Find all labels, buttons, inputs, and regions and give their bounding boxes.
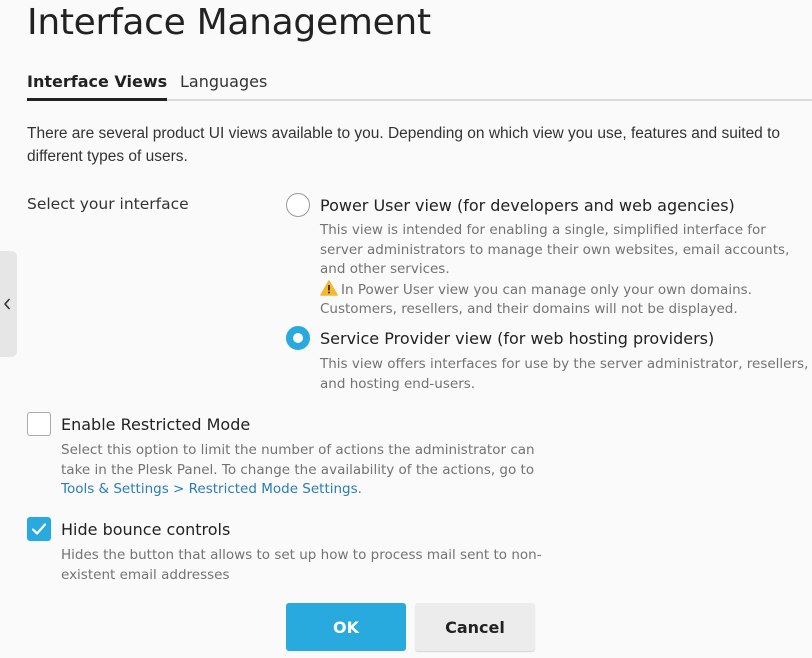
- radio-service-provider-button[interactable]: [286, 326, 310, 350]
- chevron-left-icon: [3, 298, 10, 310]
- restricted-mode-description: Select this option to limit the number o…: [61, 441, 551, 500]
- radio-service-provider-label: Service Provider view (for web hosting p…: [320, 328, 715, 348]
- hide-bounce-checkbox[interactable]: [27, 517, 51, 541]
- radio-power-user-label: Power User view (for developers and web …: [320, 195, 735, 215]
- radio-service-provider[interactable]: Service Provider view (for web hosting p…: [286, 326, 714, 350]
- service-provider-description: This view offers interfaces for use by t…: [320, 356, 809, 392]
- restricted-mode-description-text: Select this option to limit the number o…: [61, 442, 535, 478]
- tab-bar: Interface Views Languages: [27, 72, 812, 101]
- warning-icon: [320, 279, 338, 296]
- hide-bounce-description: Hides the button that allows to set up h…: [61, 547, 542, 583]
- power-user-description-text: This view is intended for enabling a sin…: [320, 222, 790, 277]
- cancel-button[interactable]: Cancel: [415, 603, 535, 651]
- restricted-mode-checkbox-row[interactable]: Enable Restricted Mode: [27, 412, 250, 436]
- ok-button[interactable]: OK: [286, 603, 406, 651]
- restricted-mode-checkbox[interactable]: [27, 412, 51, 436]
- restricted-mode-label: Enable Restricted Mode: [61, 414, 251, 434]
- power-user-description: This view is intended for enabling a sin…: [320, 221, 810, 320]
- radio-power-user-button[interactable]: [286, 193, 310, 217]
- radio-power-user[interactable]: Power User view (for developers and web …: [286, 193, 735, 217]
- power-user-warning-text: In Power User view you can manage only y…: [320, 281, 752, 318]
- checkmark-icon: [31, 523, 47, 535]
- tab-languages[interactable]: Languages: [180, 72, 267, 91]
- intro-text: There are several product UI views avail…: [27, 125, 781, 165]
- select-interface-label: Select your interface: [27, 195, 189, 213]
- restricted-mode-settings-link[interactable]: Tools & Settings > Restricted Mode Setti…: [61, 481, 358, 497]
- sidebar-collapse-toggle[interactable]: [0, 251, 17, 357]
- page-title: Interface Management: [27, 2, 431, 43]
- tab-interface-views[interactable]: Interface Views: [27, 72, 168, 101]
- power-user-warning: In Power User view you can manage only y…: [320, 279, 810, 320]
- hide-bounce-checkbox-row[interactable]: Hide bounce controls: [27, 517, 230, 541]
- restricted-mode-link-suffix: .: [357, 481, 362, 497]
- hide-bounce-label: Hide bounce controls: [61, 519, 231, 539]
